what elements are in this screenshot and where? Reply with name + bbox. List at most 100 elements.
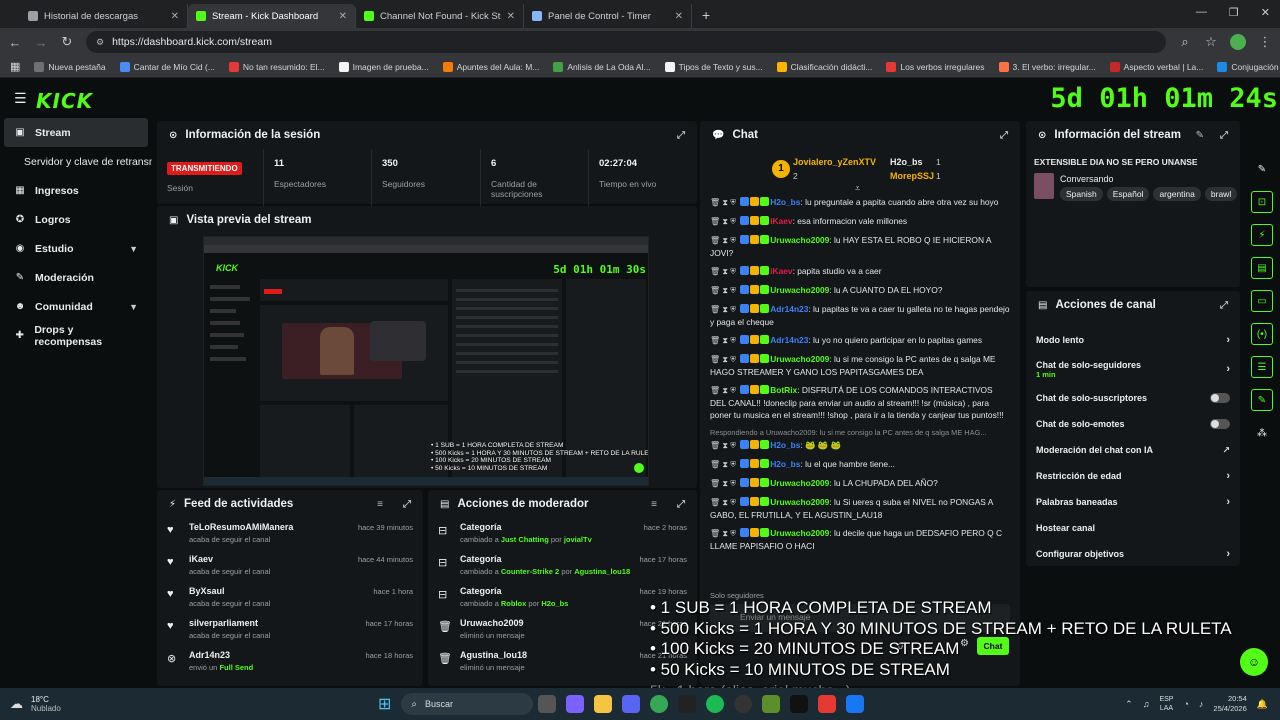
chat-username[interactable]: Adr14n23 [770, 335, 808, 345]
mod-tools-icon[interactable]: 🗑 ⧗ ⛨ [710, 498, 738, 507]
close-window-icon[interactable]: ✕ [1261, 6, 1270, 19]
channel-action-row[interactable]: Restricción de edad › [1026, 463, 1240, 489]
close-tab-icon[interactable]: ✕ [339, 11, 347, 22]
bookmark-item[interactable]: Apuntes del Aula: M... [442, 61, 539, 72]
steam-icon[interactable] [678, 695, 697, 713]
bookmark-item[interactable]: Anlisis de La Oda Al... [553, 61, 651, 72]
weather-widget[interactable]: ☁ 18°C Nublado [0, 695, 200, 713]
task-view-icon[interactable] [538, 695, 557, 713]
forward-icon[interactable]: → [34, 35, 48, 50]
mod-tools-icon[interactable]: 🗑 ⧗ ⛨ [710, 217, 738, 226]
copilot-icon[interactable] [566, 695, 585, 713]
bookmark-item[interactable]: Clasificación didácti... [776, 61, 872, 72]
mod-tools-icon[interactable]: 🗑 ⧗ ⛨ [710, 286, 738, 295]
minimize-icon[interactable]: — [1196, 6, 1207, 19]
browser-tab[interactable]: Panel de Control - Timer ✕ [524, 4, 692, 28]
users-icon[interactable]: ⁂ [1251, 422, 1273, 444]
bookmark-item[interactable]: Tipos de Texto y sus... [664, 61, 763, 72]
feed-user[interactable]: ByXsaul [189, 586, 365, 596]
leader-user-2[interactable]: H2o_bs [890, 157, 923, 167]
channel-action-row[interactable]: Configurar objetivos › [1026, 541, 1240, 567]
edit-icon[interactable]: ✎ [1196, 130, 1204, 141]
volume-icon[interactable]: ♪ [1199, 699, 1204, 709]
minecraft-icon[interactable] [762, 695, 781, 713]
epic-games-icon[interactable] [790, 695, 809, 713]
toggle-switch[interactable] [1210, 393, 1230, 403]
mod-tools-icon[interactable]: 🗑 ⧗ ⛨ [710, 460, 738, 469]
bookmark-item[interactable]: Imagen de prueba... [338, 61, 429, 72]
app-icon[interactable] [818, 695, 837, 713]
expand-icon[interactable]: ⤢ [403, 499, 411, 510]
sidebar-item[interactable]: ▦ Ingresos [0, 176, 152, 205]
sidebar-item[interactable]: Servidor y clave de retransmisión [0, 147, 152, 176]
mod-action-category[interactable]: Roblox [501, 599, 526, 608]
menu-icon[interactable]: ⋮ [1258, 34, 1272, 50]
bookmark-item[interactable]: Cantar de Mío Cid (... [119, 61, 215, 72]
leader-user-3[interactable]: MorepSSJ [890, 171, 934, 181]
channel-action-row[interactable]: Hostear canal [1026, 515, 1240, 541]
zoom-icon[interactable]: ⌕ [1178, 34, 1192, 50]
mod-tools-icon[interactable]: 🗑 ⧗ ⛨ [710, 441, 738, 450]
apps-icon[interactable]: ▦ [10, 60, 20, 73]
feed-user[interactable]: iKaev [189, 554, 350, 564]
chat-username[interactable]: Adr14n23 [770, 304, 808, 314]
chat-username[interactable]: Uruwacho2009 [770, 354, 829, 364]
bookmark-item[interactable]: Conjugación dar | C... [1217, 61, 1280, 72]
filter-icon[interactable]: ≡ [377, 499, 383, 510]
mod-tools-icon[interactable]: 🗑 ⧗ ⛨ [710, 529, 738, 538]
mod-action-user[interactable]: Agustina_lou18 [574, 567, 630, 576]
browser-tab[interactable]: Stream - Kick Dashboard ✕ [188, 4, 356, 28]
chat-username[interactable]: BotRix [770, 385, 797, 395]
facebook-icon[interactable] [846, 695, 865, 713]
stream-tag[interactable]: Español [1106, 187, 1150, 201]
spotify-icon[interactable] [706, 695, 725, 713]
chat-username[interactable]: iKaev [770, 266, 792, 276]
sidebar-item[interactable]: ✚ Drops y recompensas [0, 321, 152, 350]
browser-tab[interactable]: Historial de descargas ✕ [20, 4, 188, 28]
channel-action-row[interactable]: Chat de solo-seguidores 1 min › [1026, 353, 1240, 385]
leader-user-1[interactable]: Jovialero_yZenXTV [793, 157, 876, 167]
mod-tools-icon[interactable]: 🗑 ⧗ ⛨ [710, 479, 738, 488]
taskbar-search[interactable]: ⌕ Buscar [401, 693, 534, 715]
expand-icon[interactable]: ⤢ [677, 499, 685, 510]
mod-tools-icon[interactable]: 🗑 ⧗ ⛨ [710, 336, 738, 345]
tray-chevron-icon[interactable]: ⌃ [1125, 699, 1133, 710]
profile-avatar[interactable] [1230, 34, 1246, 50]
stream-preview-video[interactable]: KICK 5d 01h 01m 30s • 1 SUB = 1 HORA COM… [203, 236, 649, 486]
chat-username[interactable]: Uruwacho2009 [770, 497, 829, 507]
mod-tools-icon[interactable]: 🗑 ⧗ ⛨ [710, 305, 738, 314]
stream-tag[interactable]: Spanish [1060, 187, 1103, 201]
bookmark-star-icon[interactable]: ☆ [1204, 34, 1218, 50]
toggle-switch[interactable] [1210, 419, 1230, 429]
wifi-icon[interactable]: ◔ [1183, 699, 1188, 709]
expand-icon[interactable]: ⤢ [677, 130, 685, 141]
chat-username[interactable]: iKaev [770, 216, 792, 226]
stream-tag[interactable]: argentina [1153, 187, 1201, 201]
expand-icon[interactable]: ⤢ [1220, 300, 1228, 311]
chat-username[interactable]: H2o_bs [770, 440, 800, 450]
obs-icon[interactable] [734, 695, 753, 713]
mod-tools-icon[interactable]: 🗑 ⧗ ⛨ [710, 267, 738, 276]
new-tab-icon[interactable]: + [702, 7, 710, 23]
feed-user[interactable]: Adr14n23 [189, 650, 357, 660]
mod-tools-icon[interactable]: 🗑 ⧗ ⛨ [710, 236, 738, 245]
sidebar-item[interactable]: ✎ Moderación [0, 263, 152, 292]
mod-action-user[interactable]: H2o_bs [541, 599, 568, 608]
mod-action-category[interactable]: Counter-Strike 2 [501, 567, 559, 576]
mod-tools-icon[interactable]: 🗑 ⧗ ⛨ [710, 386, 738, 395]
channel-action-row[interactable]: Moderación del chat con IA ↗ [1026, 437, 1240, 463]
language-indicator[interactable]: ESP LAA [1159, 695, 1173, 713]
headset-icon[interactable]: ♫ [1143, 699, 1150, 709]
mod-action-category[interactable]: Just Chatting [501, 535, 549, 544]
kick-logo[interactable]: KICK [36, 89, 93, 113]
feed-user[interactable]: silverparliament [189, 618, 357, 628]
expand-icon[interactable]: ⤢ [1220, 130, 1228, 141]
chat-username[interactable]: Uruwacho2009 [770, 528, 829, 538]
stream-tag[interactable]: brawl [1204, 187, 1238, 201]
list-icon[interactable]: ☰ [1251, 356, 1273, 378]
channel-action-row[interactable]: Chat de solo-suscriptores [1026, 385, 1240, 411]
collapse-icon[interactable]: ⩡ [855, 183, 860, 194]
bookmark-item[interactable]: No tan resumido: El... [228, 61, 325, 72]
notification-icon[interactable]: 🔔 [1257, 699, 1268, 710]
sidebar-item[interactable]: ☻ Comunidad ▼ [0, 292, 152, 321]
